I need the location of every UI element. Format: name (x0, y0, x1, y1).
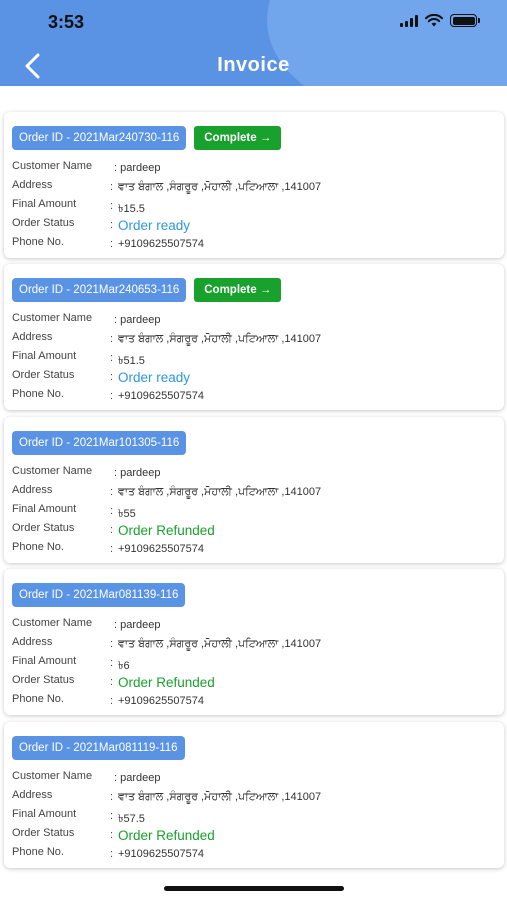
cellular-signal-icon (400, 14, 418, 27)
customer-name-value: : pardeep (114, 772, 161, 784)
final-amount-row: Final Amount: ৳51.5 (12, 350, 492, 369)
address-row: Address: ਵਾਤ ਬੰਗਾਲ ,ਸੰਗਰੂਰ ,ਮੋਹਾਲੀ ,ਪਟਿਆਲ… (12, 636, 322, 650)
order-status-value: Order Refunded (118, 828, 215, 843)
order-card: Order ID - 2021Mar081119-116 Customer Na… (4, 722, 504, 868)
battery-icon (450, 14, 480, 27)
customer-name-value: : pardeep (114, 162, 161, 174)
final-amount-row: Final Amount: ৳6 (12, 655, 492, 674)
order-id-badge: Order ID - 2021Mar240730-116 (12, 126, 187, 150)
phone-row: Phone No.: +9109625507574 (12, 541, 204, 555)
customer-name-row: Customer Name: pardeep (12, 160, 161, 174)
phone-row: Phone No.: +9109625507574 (12, 693, 204, 707)
order-status-row: Order Status: Order Refunded (12, 522, 215, 538)
order-status-value: Order ready (118, 370, 191, 385)
phone-value: +9109625507574 (118, 848, 204, 860)
order-status-row: Order Status: Order Refunded (12, 674, 215, 690)
phone-row: Phone No.: +9109625507574 (12, 846, 204, 860)
address-value: ਵਾਤ ਬੰਗਾਲ ,ਸੰਗਰੂਰ ,ਮੋਹਾਲੀ ,ਪਟਿਆਲਾ ,14100… (118, 791, 322, 803)
address-value: ਵਾਤ ਬੰਗਾਲ ,ਸੰਗਰੂਰ ,ਮੋਹਾਲੀ ,ਪਟਿਆਲਾ ,14100… (118, 486, 322, 498)
phone-value: +9109625507574 (118, 543, 204, 555)
complete-button[interactable]: Complete → (194, 278, 282, 302)
order-card: Order ID - 2021Mar101305-116 Customer Na… (4, 417, 504, 563)
complete-button[interactable]: Complete → (194, 126, 282, 150)
page-title: Invoice (217, 54, 290, 76)
customer-name-value: : pardeep (114, 619, 161, 631)
customer-name-row: Customer Name: pardeep (12, 617, 161, 631)
order-status-value: Order Refunded (118, 675, 215, 690)
final-amount-row: Final Amount: ৳55 (12, 503, 492, 522)
customer-name-row: Customer Name: pardeep (12, 770, 161, 784)
address-value: ਵਾਤ ਬੰਗਾਲ ,ਸੰਗਰੂਰ ,ਮੋਹਾਲੀ ,ਪਟਿਆਲਾ ,14100… (118, 181, 322, 193)
order-id-badge: Order ID - 2021Mar081139-116 (12, 583, 186, 607)
final-amount-row: Final Amount: ৳15.5 (12, 198, 492, 217)
order-card: Order ID - 2021Mar240653-116 Complete → … (4, 264, 504, 410)
status-time: 3:53 (48, 12, 85, 32)
customer-name-row: Customer Name: pardeep (12, 465, 161, 479)
phone-value: +9109625507574 (118, 695, 204, 707)
final-amount-row: Final Amount: ৳57.5 (12, 808, 492, 827)
order-status-row: Order Status: Order ready (12, 369, 191, 385)
order-status-row: Order Status: Order ready (12, 217, 191, 233)
phone-value: +9109625507574 (118, 390, 204, 402)
address-row: Address: ਵਾਤ ਬੰਗਾਲ ,ਸੰਗਰੂਰ ,ਮੋਹਾਲੀ ,ਪਟਿਆਲ… (12, 789, 322, 803)
status-bar: 3:53 (0, 0, 507, 44)
app-header: 3:53 Invoice (0, 0, 507, 86)
phone-row: Phone No.: +9109625507574 (12, 236, 204, 250)
phone-value: +9109625507574 (118, 238, 204, 250)
customer-name-row: Customer Name: pardeep (12, 312, 161, 326)
order-card: Order ID - 2021Mar081139-116 Customer Na… (4, 569, 504, 715)
phone-row: Phone No.: +9109625507574 (12, 388, 204, 402)
wifi-icon (425, 14, 443, 27)
order-id-badge: Order ID - 2021Mar081119-116 (12, 736, 185, 760)
address-row: Address: ਵਾਤ ਬੰਗਾਲ ,ਸੰਗਰੂਰ ,ਮੋਹਾਲੀ ,ਪਟਿਆਲ… (12, 484, 322, 498)
status-icons (400, 14, 480, 27)
order-card: Order ID - 2021Mar240730-116 Complete → … (4, 112, 504, 258)
home-indicator (164, 886, 344, 891)
order-id-badge: Order ID - 2021Mar101305-116 (12, 431, 187, 455)
address-value: ਵਾਤ ਬੰਗਾਲ ,ਸੰਗਰੂਰ ,ਮੋਹਾਲੀ ,ਪਟਿਆਲਾ ,14100… (118, 638, 322, 650)
address-row: Address: ਵਾਤ ਬੰਗਾਲ ,ਸੰਗਰੂਰ ,ਮੋਹਾਲੀ ,ਪਟਿਆਲ… (12, 179, 322, 193)
order-status-value: Order Refunded (118, 523, 215, 538)
customer-name-value: : pardeep (114, 314, 161, 326)
order-id-badge: Order ID - 2021Mar240653-116 (12, 278, 187, 302)
order-status-value: Order ready (118, 218, 191, 233)
address-row: Address: ਵਾਤ ਬੰਗਾਲ ,ਸੰਗਰੂਰ ,ਮੋਹਾਲੀ ,ਪਟਿਆਲ… (12, 331, 322, 345)
customer-name-value: : pardeep (114, 467, 161, 479)
order-status-row: Order Status: Order Refunded (12, 827, 215, 843)
address-value: ਵਾਤ ਬੰਗਾਲ ,ਸੰਗਰੂਰ ,ਮੋਹਾਲੀ ,ਪਟਿਆਲਾ ,14100… (118, 333, 322, 345)
